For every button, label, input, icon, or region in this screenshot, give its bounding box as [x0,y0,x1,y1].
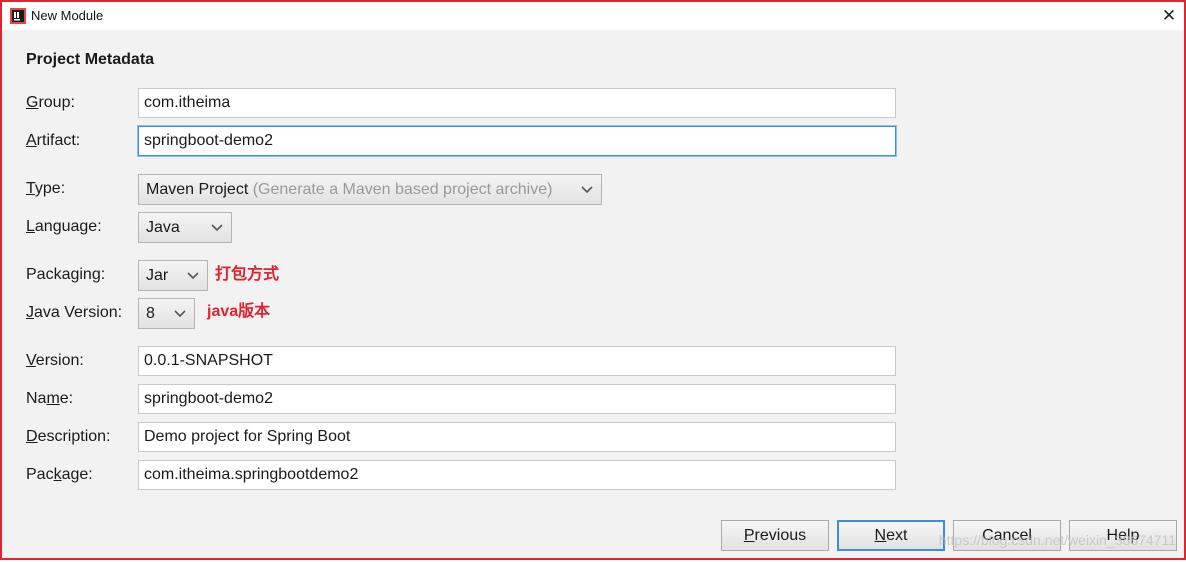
java-version-select[interactable]: 8 [138,298,195,329]
close-icon[interactable]: ✕ [1158,4,1180,28]
section-title: Project Metadata [26,51,155,68]
language-select-value: Java [146,219,180,236]
group-input[interactable]: com.itheima [138,88,896,118]
chevron-down-icon [209,213,225,242]
name-input[interactable]: springboot-demo2 [138,384,896,414]
artifact-label: Artifact: [26,132,81,149]
type-label: Type: [26,180,66,197]
language-label: Language: [26,218,102,235]
java-version-label: Java Version: [26,304,123,321]
chevron-down-icon [579,175,595,204]
intellij-icon [10,8,26,24]
name-label: Name: [26,390,74,407]
title-bar: New Module ✕ [2,2,1184,30]
watermark: https://blog.csdn.net/weixin_38674711 [938,532,1176,548]
window-title: New Module [31,8,104,23]
next-button[interactable]: Next [837,520,945,551]
packaging-select-value: Jar [146,267,169,284]
packaging-label: Packaging: [26,266,106,283]
group-label: Group: [26,94,75,111]
artifact-input[interactable]: springboot-demo2 [138,126,896,156]
description-input[interactable]: Demo project for Spring Boot [138,422,896,452]
type-select-hint: (Generate a Maven based project archive) [252,181,553,198]
type-select[interactable]: Maven Project (Generate a Maven based pr… [138,174,602,205]
version-input[interactable]: 0.0.1-SNAPSHOT [138,346,896,376]
new-module-dialog: New Module ✕ Project Metadata Group: com… [0,0,1186,560]
language-select[interactable]: Java [138,212,232,243]
type-select-value: Maven Project [146,181,249,198]
packaging-select[interactable]: Jar [138,260,208,291]
package-input[interactable]: com.itheima.springbootdemo2 [138,460,896,490]
packaging-annotation: 打包方式 [215,266,280,283]
package-label: Package: [26,466,93,483]
java-version-select-value: 8 [146,305,155,322]
chevron-down-icon [185,261,201,290]
java-version-annotation: java版本 [207,303,271,320]
description-label: Description: [26,428,111,445]
previous-button[interactable]: Previous [721,520,829,551]
chevron-down-icon [172,299,188,328]
version-label: Version: [26,352,84,369]
